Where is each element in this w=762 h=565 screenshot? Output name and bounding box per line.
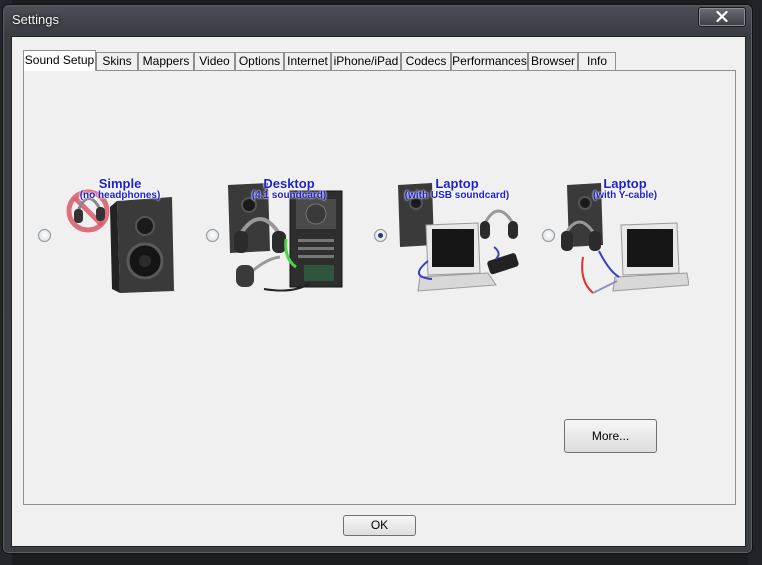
more-button[interactable]: More... xyxy=(564,419,657,453)
option-laptop-usb-title: Laptop xyxy=(435,176,479,191)
option-desktop-subtitle: (4.1 soundcard) xyxy=(251,190,327,201)
option-simple-title: Simple xyxy=(98,176,142,191)
window-title: Settings xyxy=(12,12,59,27)
sound-setup-panel: Simple (no headphones) Desktop (4.1 soun… xyxy=(23,70,736,505)
tab-internet[interactable]: Internet xyxy=(284,52,331,70)
option-desktop-title: Desktop xyxy=(263,176,315,191)
close-icon xyxy=(716,11,728,22)
title-bar[interactable]: Settings xyxy=(3,5,752,33)
radio-laptop-ycable[interactable] xyxy=(542,229,555,242)
option-simple-subtitle: (no headphones) xyxy=(79,190,161,201)
tab-options[interactable]: Options xyxy=(235,52,284,70)
option-laptop-ycable-title: Laptop xyxy=(603,176,647,191)
option-laptop-ycable-subtitle: (with Y-cable) xyxy=(592,190,658,201)
option-laptop-usb-subtitle: (with USB soundcard) xyxy=(404,190,510,201)
pc-tower-icon xyxy=(289,190,343,288)
radio-desktop[interactable] xyxy=(206,229,219,242)
radio-simple[interactable] xyxy=(38,229,51,242)
close-button[interactable] xyxy=(698,7,746,27)
tab-codecs[interactable]: Codecs xyxy=(401,52,451,70)
tab-browser[interactable]: Browser xyxy=(528,52,578,70)
headphones-icon xyxy=(480,209,518,239)
ok-button[interactable]: OK xyxy=(343,515,416,536)
tab-sound-setup[interactable]: Sound Setup xyxy=(23,50,96,71)
tab-video[interactable]: Video xyxy=(194,52,235,70)
radio-laptop-usb[interactable] xyxy=(374,229,387,242)
tab-info[interactable]: Info xyxy=(578,52,616,70)
tab-skins[interactable]: Skins xyxy=(96,52,138,70)
usb-soundcard-icon xyxy=(487,253,519,275)
tab-iphone-ipad[interactable]: iPhone/iPad xyxy=(331,52,401,70)
laptop-icon xyxy=(612,222,689,292)
tab-mappers[interactable]: Mappers xyxy=(138,52,194,70)
settings-dialog: Settings Sound Setup Skins Mappers Video… xyxy=(2,4,753,554)
tab-performances[interactable]: Performances xyxy=(451,52,528,70)
speaker-icon xyxy=(110,197,174,293)
dialog-client-area: Sound Setup Skins Mappers Video Options … xyxy=(11,36,746,547)
